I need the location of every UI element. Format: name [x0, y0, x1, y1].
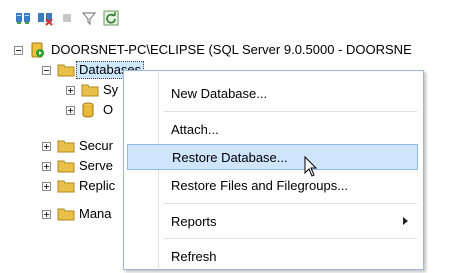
menu-item-restore-database[interactable]: Restore Database... [127, 144, 418, 170]
expand-icon[interactable] [42, 181, 51, 191]
tree-node-replication[interactable]: Replic [42, 176, 115, 196]
management-label: Mana [79, 206, 112, 221]
stop-icon[interactable] [58, 9, 76, 27]
object-explorer-toolbar [14, 8, 120, 28]
menu-item-label: New Database... [171, 85, 268, 101]
folder-icon [57, 206, 75, 222]
expand-icon[interactable] [42, 141, 51, 151]
connect-icon[interactable] [14, 9, 32, 27]
server-objects-label: Serve [79, 158, 113, 173]
menu-item-label: Reports [171, 213, 217, 229]
database-icon [81, 102, 99, 118]
tree-node-management[interactable]: Mana [42, 204, 112, 224]
menu-item-label: Restore Database... [172, 149, 288, 165]
expand-icon[interactable] [42, 209, 51, 219]
database-label: O [103, 102, 114, 117]
server-label: DOORSNET-PC\ECLIPSE (SQL Server 9.0.5000… [51, 42, 412, 57]
menu-item-label: Restore Files and Filegroups... [171, 177, 349, 193]
expand-icon[interactable] [42, 161, 51, 171]
context-menu: New Database... Attach... Restore Databa… [123, 70, 424, 270]
expand-icon[interactable] [66, 105, 75, 115]
system-databases-label: Sy [103, 82, 119, 97]
menu-item-restore-files-filegroups[interactable]: Restore Files and Filegroups... [127, 172, 418, 198]
tree-node-system-databases[interactable]: Sy [66, 80, 118, 100]
refresh-icon[interactable] [102, 9, 120, 27]
expand-icon[interactable] [66, 85, 75, 95]
menu-item-new-database[interactable]: New Database... [127, 80, 418, 106]
menu-item-label: Refresh [171, 248, 217, 264]
tree-node-database[interactable]: O [66, 100, 113, 120]
folder-icon [57, 178, 75, 194]
tree-node-server-objects[interactable]: Serve [42, 156, 113, 176]
menu-item-label: Attach... [171, 121, 219, 137]
filter-icon[interactable] [80, 9, 98, 27]
menu-separator [164, 238, 417, 239]
folder-icon [57, 62, 75, 78]
menu-item-reports[interactable]: Reports [127, 208, 418, 234]
collapse-icon[interactable] [14, 45, 23, 55]
submenu-arrow-icon [403, 217, 408, 225]
collapse-icon[interactable] [42, 65, 51, 75]
folder-icon [57, 158, 75, 174]
replication-label: Replic [79, 178, 116, 193]
folder-icon [57, 138, 75, 154]
mouse-cursor-icon [304, 155, 318, 181]
menu-item-attach[interactable]: Attach... [127, 116, 418, 142]
server-icon [29, 42, 47, 58]
tree-node-server[interactable]: DOORSNET-PC\ECLIPSE (SQL Server 9.0.5000… [14, 40, 412, 60]
tree-node-security[interactable]: Secur [42, 136, 113, 156]
disconnect-icon[interactable] [36, 9, 54, 27]
folder-icon [81, 82, 99, 98]
security-label: Secur [79, 138, 113, 153]
menu-separator [164, 111, 417, 112]
menu-item-refresh[interactable]: Refresh [127, 243, 418, 269]
menu-separator [164, 203, 417, 204]
